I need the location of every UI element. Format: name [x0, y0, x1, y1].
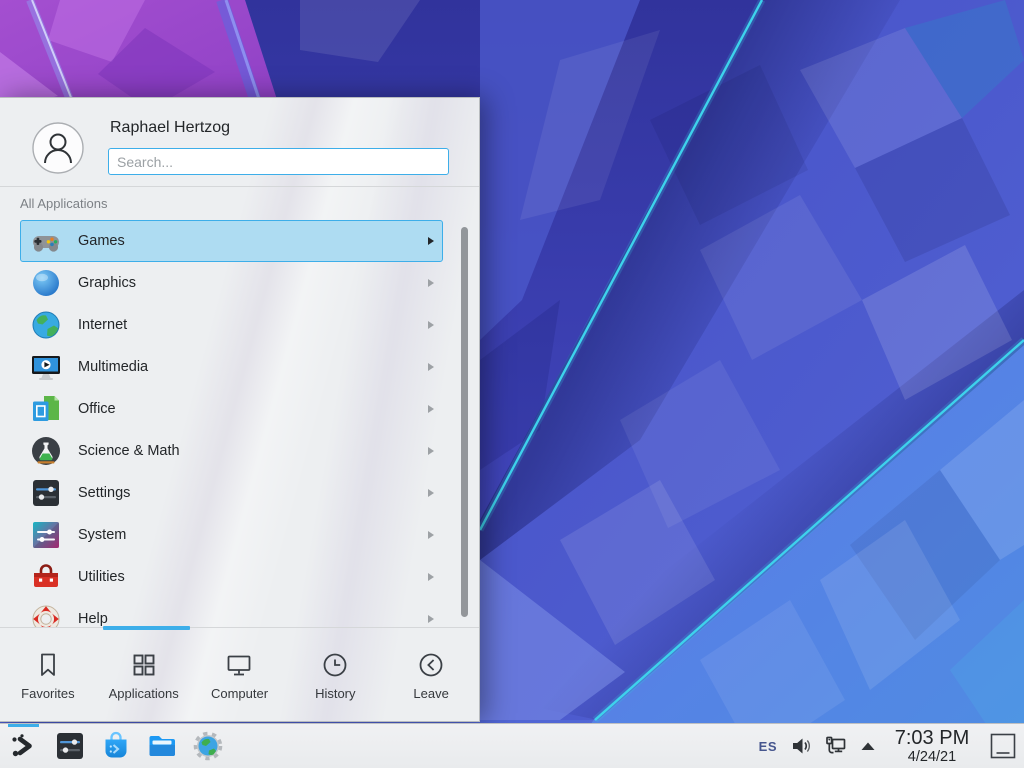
submenu-arrow-icon — [428, 531, 434, 539]
search-input[interactable] — [108, 148, 449, 175]
help-icon — [30, 603, 62, 627]
expand-tray-caret-icon[interactable] — [860, 741, 876, 751]
submenu-arrow-icon — [428, 489, 434, 497]
tab-applications[interactable]: Applications — [96, 628, 192, 721]
kickoff-icon[interactable] — [8, 730, 40, 762]
clock-icon — [321, 651, 349, 679]
menu-item-system[interactable]: System — [20, 514, 443, 556]
folder-icon[interactable] — [146, 730, 178, 762]
app-grid-icon — [130, 651, 158, 679]
keyboard-layout-indicator[interactable]: ES — [759, 739, 777, 754]
multimedia-icon — [30, 351, 62, 383]
active-tab-indicator — [103, 626, 190, 630]
tab-favorites[interactable]: Favorites — [0, 628, 96, 721]
application-launcher-menu: Raphael Hertzog All Applications Games — [0, 97, 480, 722]
taskbar-launchers — [0, 730, 224, 762]
globe-gear-icon[interactable] — [192, 730, 224, 762]
launcher-header: Raphael Hertzog — [0, 98, 479, 186]
launcher-tab-bar: Favorites Applications — [0, 628, 479, 721]
desktop: Raphael Hertzog All Applications Games — [0, 0, 1024, 768]
internet-icon — [30, 309, 62, 341]
leave-icon — [417, 651, 445, 679]
menu-item-office[interactable]: Office — [20, 388, 443, 430]
bookmark-icon — [34, 651, 62, 679]
system-tray: ES — [759, 735, 876, 757]
tab-leave[interactable]: Leave — [383, 628, 479, 721]
discover-bag-icon[interactable] — [100, 730, 132, 762]
system-icon — [30, 519, 62, 551]
system-settings-icon[interactable] — [54, 730, 86, 762]
submenu-arrow-icon — [428, 321, 434, 329]
user-avatar-icon[interactable] — [32, 122, 84, 174]
show-desktop-icon[interactable] — [989, 732, 1017, 760]
submenu-arrow-icon — [428, 237, 434, 245]
submenu-arrow-icon — [428, 447, 434, 455]
menu-item-games[interactable]: Games — [20, 220, 443, 262]
utilities-icon — [30, 561, 62, 593]
menu-item-help[interactable]: Help — [20, 598, 443, 627]
submenu-arrow-icon — [428, 615, 434, 623]
submenu-arrow-icon — [428, 363, 434, 371]
launcher-active-indicator — [8, 724, 39, 727]
submenu-arrow-icon — [428, 405, 434, 413]
menu-item-multimedia[interactable]: Multimedia — [20, 346, 443, 388]
games-icon — [30, 225, 62, 257]
menu-item-settings[interactable]: Settings — [20, 472, 443, 514]
network-icon[interactable] — [825, 735, 847, 757]
user-name: Raphael Hertzog — [110, 119, 230, 137]
submenu-arrow-icon — [428, 573, 434, 581]
section-label: All Applications — [0, 187, 479, 218]
tab-history[interactable]: History — [287, 628, 383, 721]
digital-clock[interactable]: 7:03 PM 4/24/21 — [889, 728, 975, 765]
menu-item-utilities[interactable]: Utilities — [20, 556, 443, 598]
volume-icon[interactable] — [790, 735, 812, 757]
submenu-arrow-icon — [428, 279, 434, 287]
clock-time: 7:03 PM — [889, 728, 975, 748]
list-scrollbar[interactable] — [461, 227, 468, 617]
computer-icon — [225, 651, 253, 679]
settings-icon — [30, 477, 62, 509]
menu-item-graphics[interactable]: Graphics — [20, 262, 443, 304]
graphics-icon — [30, 267, 62, 299]
applications-list: Games Graphics — [0, 218, 479, 627]
science-icon — [30, 435, 62, 467]
clock-date: 4/24/21 — [889, 750, 975, 765]
office-icon — [30, 393, 62, 425]
tab-computer[interactable]: Computer — [192, 628, 288, 721]
menu-item-internet[interactable]: Internet — [20, 304, 443, 346]
taskbar: ES 7:03 PM 4/24/21 — [0, 723, 1024, 768]
menu-item-science-math[interactable]: Science & Math — [20, 430, 443, 472]
